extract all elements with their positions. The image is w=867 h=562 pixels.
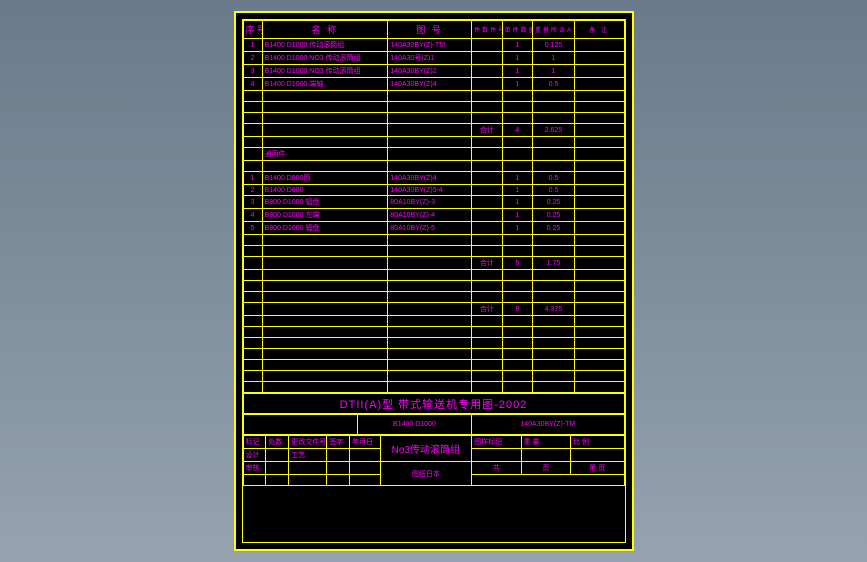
table-row [243,316,624,327]
table-row [243,270,624,281]
subtotal-row: 合计94.375 [243,303,624,316]
table-row [243,327,624,338]
spec-block: B1400 D1000 140A30BY(Z)-TM [243,414,625,435]
table-row [243,338,624,349]
table-row: 5B800 D1000 辐盘80A10BY(Z)-510.25 [243,222,624,235]
col-seq: 序号 [243,21,262,39]
component-name: No3传动滚筒组 [380,436,471,462]
table-row [243,113,624,124]
table-row: 4B800 D1000 左端80A10BY(Z)-410.25 [243,209,624,222]
drawing-border: 序号 名 称 图 号 件数件号 单件数量 重量所含A11 备 注 1B1400 … [242,19,626,543]
table-row: 2B1400 D800140A30BY(Z)5-410.5 [243,185,624,196]
title-block: DTII(A)型 带式输送机专用图-2002 [243,393,625,414]
table-row [243,360,624,371]
col-name: 名 称 [262,21,388,39]
table-row: 4B1400 D1000 端轴140A30BY(Z)410.5 [243,78,624,91]
table-row [243,137,624,148]
drawing-title: DTII(A)型 带式输送机专用图-2002 [243,394,624,414]
col-wt: 重量所含A11 [533,21,575,39]
subtotal-row: 合计42.625 [243,124,624,137]
table-row: 2B1400 D1000 NO3 传动滚筒组140A30号(Z)111 [243,52,624,65]
drawing-sheet: 序号 名 称 图 号 件数件号 单件数量 重量所含A11 备 注 1B1400 … [234,11,634,551]
revision-block: 标记处数更改文件号签字年月日 No3传动滚筒组 图样标记重 量比 例 设计工艺 … [243,435,625,486]
section-label-row: 通用件 [243,148,624,161]
table-row [243,102,624,113]
col-code2: 单件数量 [502,21,532,39]
table-row [243,349,624,360]
table-row [243,371,624,382]
subtotal-row: 合计51.75 [243,257,624,270]
col-remark: 备 注 [574,21,624,39]
col-drawing: 图 号 [388,21,472,39]
col-code1: 件数件号 [472,21,502,39]
part-number: 140A30BY(Z)-TM [472,415,624,435]
table-row: 1B1400 D800筒140A30BY(Z)410.5 [243,172,624,185]
table-row [243,382,624,393]
table-row: 3B1400 D1000 NO3 传动滚筒组140A30BY(Z)211 [243,65,624,78]
parts-table: 序号 名 称 图 号 件数件号 单件数量 重量所含A11 备 注 1B1400 … [243,20,625,393]
spec-value: B1400 D1000 [357,415,471,435]
organization: 图纸日本 [380,462,471,486]
table-row [243,246,624,257]
table-row: 1B1400 D1000 传动滚筒组140A30BY(Z)-TM10.125 [243,39,624,52]
table-row: 3B800 D1000 辐盘80A10BY(Z)-310.25 [243,196,624,209]
table-row [243,161,624,172]
table-row [243,91,624,102]
table-row [243,235,624,246]
drawing-title-row: DTII(A)型 带式输送机专用图-2002 [243,394,624,414]
table-row [243,281,624,292]
table-header-row: 序号 名 称 图 号 件数件号 单件数量 重量所含A11 备 注 [243,21,624,39]
table-row [243,292,624,303]
